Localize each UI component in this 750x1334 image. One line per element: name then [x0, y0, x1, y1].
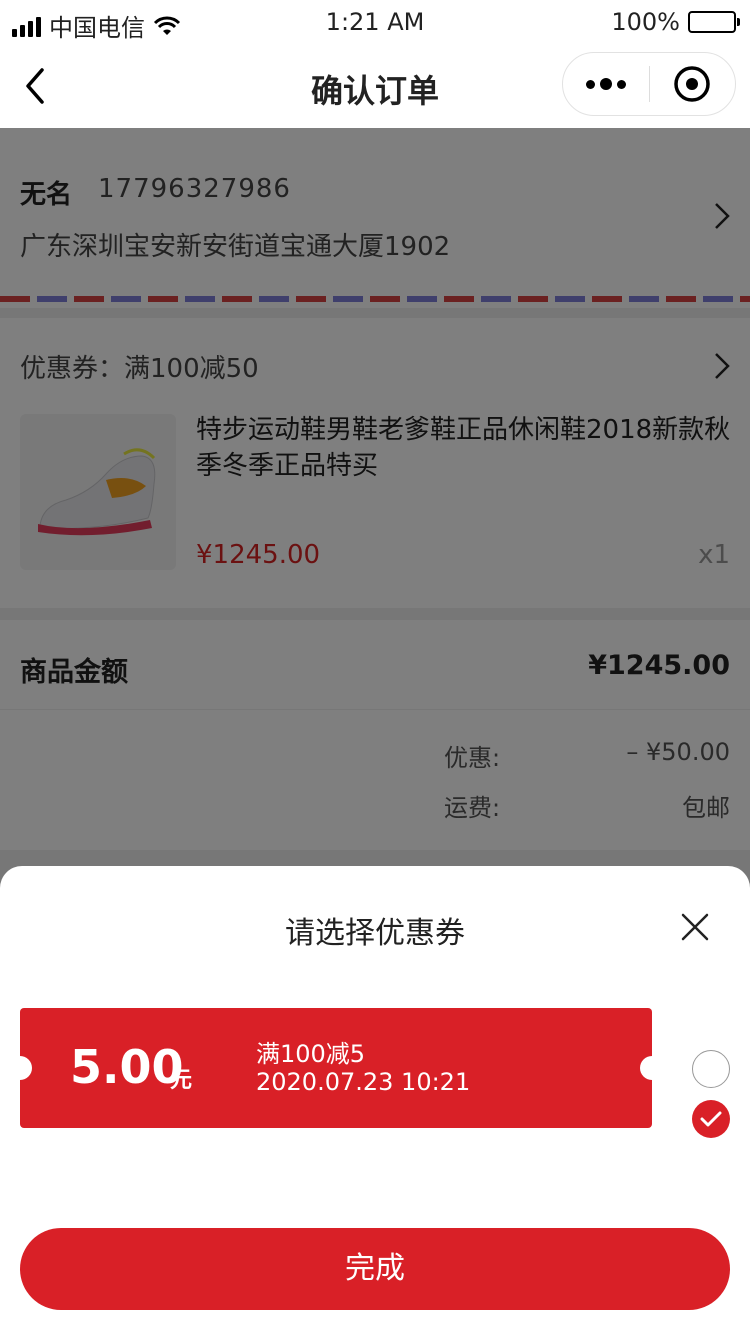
- coupon-date: 2020.07.23 10:21: [256, 1068, 471, 1096]
- coupon-sheet: 请选择优惠券 5.00 元 满100减5 2020.07.23 10:21 完成: [0, 866, 750, 1334]
- coupon-checked-icon[interactable]: [692, 1100, 730, 1138]
- nav-bar: 确认订单: [0, 44, 750, 128]
- coupon-name: 满100减5: [256, 1040, 366, 1068]
- coupon-notch-left: [8, 1056, 32, 1080]
- coupon-unit: 元: [170, 1068, 193, 1093]
- mini-program-capsule: [562, 52, 736, 116]
- coupon-amount: 5.00: [70, 1040, 184, 1094]
- close-icon[interactable]: [680, 912, 710, 942]
- battery-icon: [688, 11, 740, 33]
- battery-percent: 100%: [611, 8, 680, 36]
- target-icon[interactable]: [650, 52, 736, 116]
- coupon-card[interactable]: 5.00 元 满100减5 2020.07.23 10:21: [8, 1008, 664, 1128]
- status-bar: 中国电信 1:21 AM 100%: [0, 0, 750, 44]
- coupon-notch-right: [640, 1056, 664, 1080]
- status-right: 100%: [611, 8, 740, 36]
- coupon-radio-unchecked[interactable]: [692, 1050, 730, 1088]
- done-button[interactable]: 完成: [20, 1228, 730, 1310]
- sheet-title: 请选择优惠券: [285, 916, 465, 951]
- more-dots-icon[interactable]: [563, 52, 649, 116]
